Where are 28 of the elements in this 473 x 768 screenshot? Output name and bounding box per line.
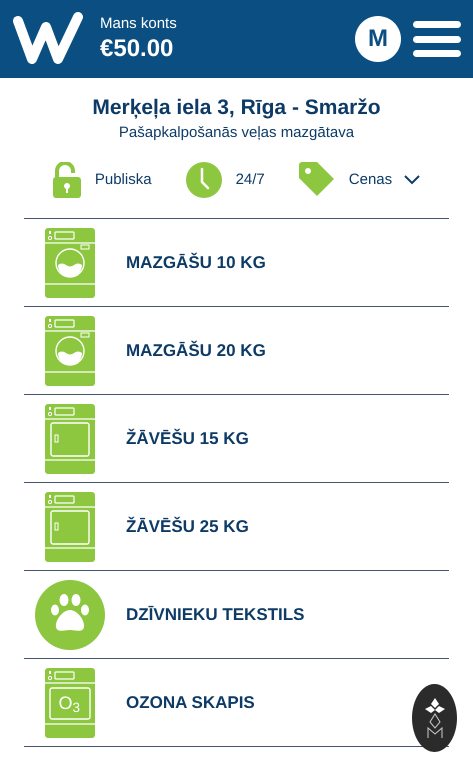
unlocked-padlock-icon [52, 162, 81, 198]
balance-amount: €50.00 [100, 34, 174, 64]
dryer-icon [44, 404, 94, 474]
logo-icon[interactable] [12, 11, 84, 67]
info-label: 24/7 [236, 170, 265, 190]
ozone-cabinet-icon [44, 668, 94, 738]
avatar-button[interactable]: M [355, 16, 401, 62]
dryer-icon [44, 492, 94, 562]
menu-button[interactable] [413, 19, 461, 59]
location-subtitle: Pašapkalpošanās veļas mazgātava [118, 123, 354, 143]
washing-machine-icon [44, 316, 94, 386]
price-tag-icon [298, 162, 335, 198]
service-label[interactable]: ŽĀVĒŠU 25 KG [126, 514, 249, 540]
clock-icon [186, 162, 222, 198]
service-label[interactable]: ŽĀVĒŠU 15 KG [126, 426, 249, 452]
service-label[interactable]: DZĪVNIEKU TEKSTILS [126, 602, 305, 628]
paw-icon [34, 580, 104, 650]
account-label[interactable]: Mans konts [100, 14, 177, 34]
ozone-label: O$_{3}$ [58, 692, 80, 714]
service-label[interactable]: OZONA SKAPIS [126, 690, 255, 716]
location-title: Merķeļa iela 3, Rīga - Smaržo [92, 95, 381, 121]
diamond-emblem-icon [422, 696, 446, 740]
info-label: Publiska [94, 170, 152, 190]
service-label[interactable]: MAZGĀŠU 20 KG [126, 338, 266, 364]
washing-machine-icon [44, 228, 94, 298]
chevron-down-icon [404, 175, 420, 185]
service-label[interactable]: MAZGĀŠU 10 KG [126, 250, 266, 276]
prices-dropdown[interactable]: Cenas [348, 168, 420, 192]
